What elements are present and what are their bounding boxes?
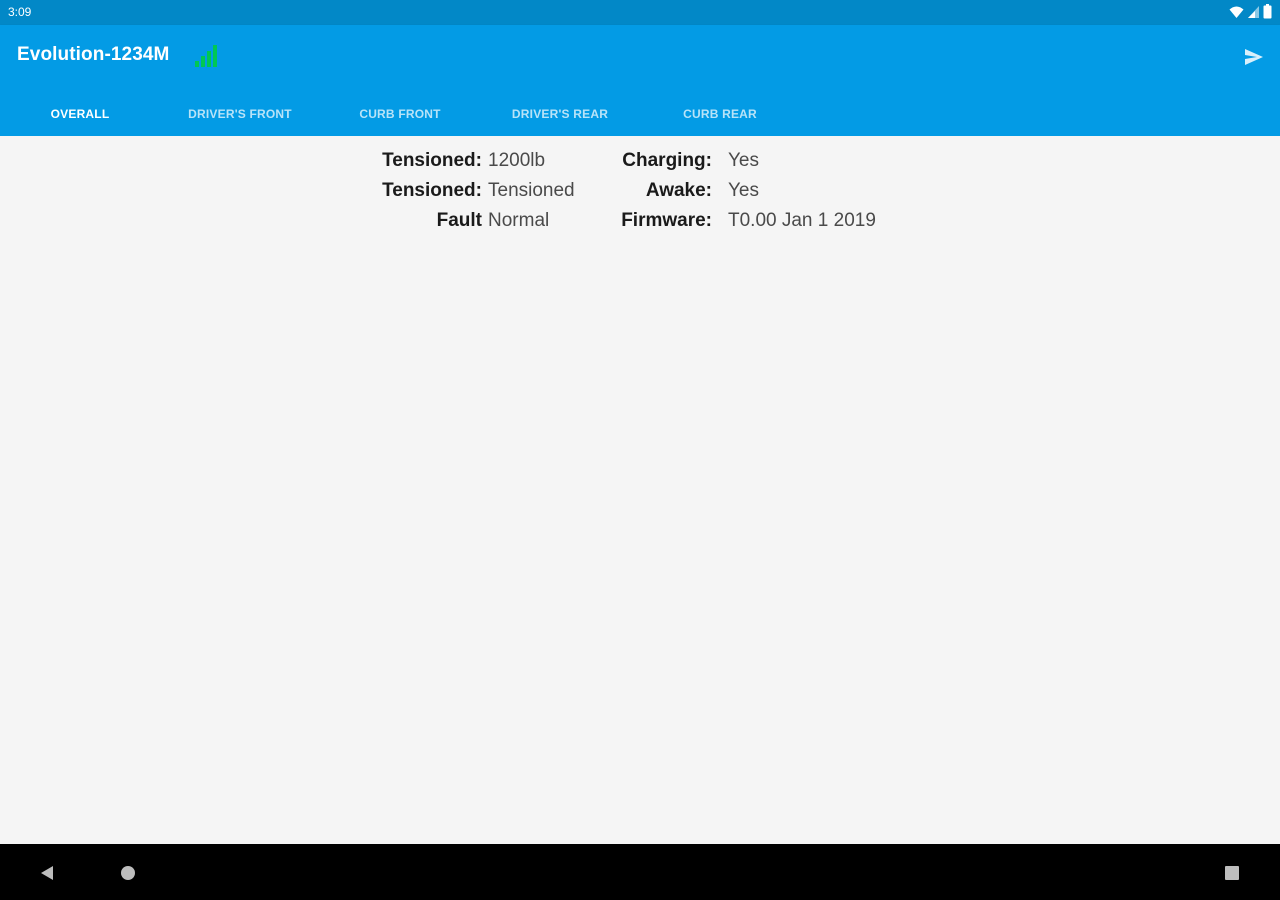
charging-label: Charging: xyxy=(622,150,712,171)
battery-icon xyxy=(1263,4,1272,19)
system-nav-bar xyxy=(0,844,1280,900)
status-bar: 3:09 xyxy=(0,0,1280,25)
signal-strength-icon xyxy=(195,45,217,67)
tab-drivers-rear[interactable]: DRIVER'S REAR xyxy=(480,91,640,136)
awake-value: Yes xyxy=(728,180,759,201)
tensioned-status-value: Tensioned xyxy=(488,180,575,201)
app-bar: Evolution-1234M OVERALL DRIVER'S FRONT C… xyxy=(0,25,1280,136)
fault-label: Fault xyxy=(436,210,482,231)
send-icon xyxy=(1245,49,1263,65)
tab-curb-front[interactable]: CURB FRONT xyxy=(320,91,480,136)
tension-value: 1200lb xyxy=(488,150,546,171)
home-icon[interactable] xyxy=(119,864,137,882)
status-time: 3:09 xyxy=(8,5,32,19)
send-button[interactable] xyxy=(1242,45,1266,69)
awake-label: Awake: xyxy=(645,180,712,201)
info-grid: Tensioned: 1200lb Charging: Yes Tensione… xyxy=(370,146,918,236)
tab-drivers-front[interactable]: DRIVER'S FRONT xyxy=(160,91,320,136)
wifi-icon xyxy=(1229,6,1244,18)
tensioned-status-label: Tensioned: xyxy=(382,180,482,201)
tab-curb-rear[interactable]: CURB REAR xyxy=(640,91,800,136)
back-icon[interactable] xyxy=(38,864,56,882)
cell-signal-icon xyxy=(1248,5,1259,18)
recents-icon[interactable] xyxy=(1223,864,1241,882)
tab-bar: OVERALL DRIVER'S FRONT CURB FRONT DRIVER… xyxy=(0,91,1280,136)
charging-value: Yes xyxy=(728,150,759,171)
fault-value: Normal xyxy=(488,210,550,231)
firmware-label: Firmware: xyxy=(621,210,712,231)
tension-label: Tensioned: xyxy=(382,150,482,171)
status-icons xyxy=(1229,4,1272,19)
overview-panel: Tensioned: 1200lb Charging: Yes Tensione… xyxy=(0,136,1280,844)
app-title: Evolution-1234M xyxy=(17,44,170,65)
tab-overall[interactable]: OVERALL xyxy=(0,91,160,136)
firmware-value: T0.00 Jan 1 2019 xyxy=(728,210,876,231)
